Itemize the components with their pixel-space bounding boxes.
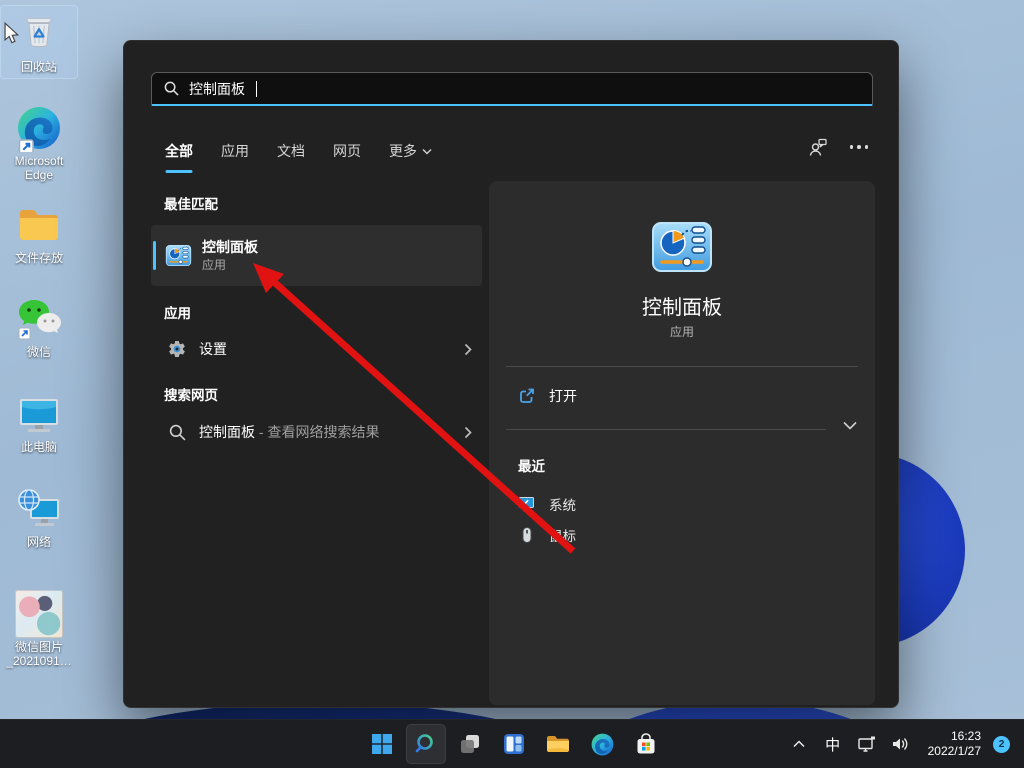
- windows-desktop: 回收站 Microsoft Edge 文件存放 微信 此电脑 网络 微信图片 _…: [0, 0, 1024, 768]
- mouse-cursor: [4, 22, 20, 44]
- desktop-icon-label: 网络: [26, 535, 51, 549]
- start-button[interactable]: [362, 724, 402, 764]
- desktop-icon-wechat[interactable]: 微信: [1, 291, 77, 363]
- taskbar: 中 16:23 2022/1/27 2: [0, 719, 1024, 768]
- selection-accent-bar: [153, 241, 156, 270]
- chevron-down-icon: [422, 148, 432, 155]
- recycle-bin-icon: [15, 10, 63, 58]
- desktop-icon-label: 此电脑: [20, 440, 57, 454]
- search-tabs: 全部 应用 文档 网页 更多: [163, 129, 871, 173]
- date: 2022/1/27: [927, 744, 981, 758]
- folder-icon: [15, 201, 63, 249]
- apps-section-header: 应用: [164, 306, 191, 321]
- network-tray-icon[interactable]: [854, 729, 880, 759]
- desktop-icon-label: 文件存放: [14, 251, 63, 265]
- open-external-icon: [518, 387, 536, 405]
- settings-gear-icon: [167, 339, 187, 359]
- microsoft-store-button[interactable]: [626, 724, 666, 764]
- monitor-icon: [15, 390, 63, 438]
- open-label: 打开: [549, 388, 577, 404]
- recent-item-label: 鼠标: [549, 529, 576, 544]
- control-panel-icon-large: [650, 215, 714, 279]
- task-view-button[interactable]: [450, 724, 490, 764]
- feedback-account-icon[interactable]: [808, 137, 828, 157]
- preview-subtitle: 应用: [669, 325, 694, 339]
- tab-web[interactable]: 网页: [331, 135, 363, 167]
- system-icon: [518, 495, 536, 513]
- web-section-header: 搜索网页: [164, 388, 218, 403]
- chevron-down-icon[interactable]: [843, 421, 857, 430]
- desktop-icon-wechat-image[interactable]: 微信图片 _2021091…: [1, 586, 77, 672]
- tab-apps[interactable]: 应用: [219, 135, 251, 167]
- network-icon: [15, 485, 63, 533]
- web-result-suffix: - 查看网络搜索结果: [255, 424, 380, 440]
- best-match-title: 控制面板: [202, 239, 258, 255]
- open-action[interactable]: 打开: [518, 379, 577, 413]
- desktop-icon-label: 回收站: [20, 60, 57, 74]
- desktop-icon-files-folder[interactable]: 文件存放: [1, 197, 77, 269]
- time: 16:23: [950, 729, 981, 743]
- best-match-result-control-panel[interactable]: 控制面板 应用: [151, 225, 482, 286]
- clock[interactable]: 16:23 2022/1/27: [928, 729, 981, 759]
- preview-panel: 控制面板 应用 打开 最近 系统 鼠标: [489, 181, 875, 705]
- desktop-icon-this-pc[interactable]: 此电脑: [1, 386, 77, 458]
- recent-header: 最近: [518, 459, 545, 474]
- desktop-icon-network[interactable]: 网络: [1, 481, 77, 553]
- image-thumbnail: [15, 590, 63, 638]
- tab-all[interactable]: 全部: [163, 135, 195, 167]
- file-explorer-button[interactable]: [538, 724, 578, 764]
- chevron-right-icon: [464, 426, 472, 439]
- result-web-search[interactable]: 控制面板 - 查看网络搜索结果: [151, 412, 482, 452]
- tab-documents[interactable]: 文档: [275, 135, 307, 167]
- more-options-icon[interactable]: [849, 145, 868, 149]
- control-panel-icon: [165, 242, 192, 269]
- search-icon: [167, 424, 187, 441]
- desktop-icon-label: 微信: [26, 345, 51, 359]
- edge-taskbar-button[interactable]: [582, 724, 622, 764]
- best-match-subtitle: 应用: [202, 258, 227, 272]
- text-caret: [256, 80, 257, 97]
- best-match-header: 最佳匹配: [164, 197, 218, 212]
- desktop-icon-edge[interactable]: Microsoft Edge: [1, 100, 77, 186]
- settings-label: 设置: [199, 341, 227, 357]
- desktop-icon-label-line2: _2021091…: [6, 654, 72, 668]
- edge-icon: [15, 104, 63, 152]
- recent-item-mouse[interactable]: 鼠标: [518, 520, 576, 550]
- web-result-title: 控制面板: [199, 424, 255, 440]
- recent-item-label: 系统: [549, 498, 576, 513]
- desktop-icon-label: 微信图片: [14, 640, 63, 654]
- show-hidden-icons-chevron[interactable]: [786, 729, 812, 759]
- widgets-button[interactable]: [494, 724, 534, 764]
- chevron-right-icon: [464, 343, 472, 356]
- search-taskbar-button[interactable]: [406, 724, 446, 764]
- search-query-text: 控制面板: [189, 80, 245, 97]
- recent-item-system[interactable]: 系统: [518, 489, 576, 519]
- wechat-icon: [15, 295, 63, 343]
- tab-more[interactable]: 更多: [387, 135, 434, 167]
- search-icon: [164, 81, 179, 96]
- divider: [506, 429, 826, 430]
- preview-title: 控制面板: [642, 297, 722, 319]
- divider: [506, 366, 858, 367]
- volume-tray-icon[interactable]: [888, 729, 914, 759]
- search-input[interactable]: 控制面板: [151, 72, 873, 106]
- mouse-icon: [518, 526, 536, 544]
- result-settings[interactable]: 设置: [151, 329, 482, 369]
- desktop-icon-label: Microsoft Edge: [14, 154, 64, 182]
- notification-badge[interactable]: 2: [993, 735, 1010, 753]
- ime-indicator[interactable]: 中: [820, 729, 846, 759]
- search-flyout-window: 控制面板 全部 应用 文档 网页 更多 最佳匹配 控制面板 应用 应用 设置 搜…: [123, 40, 899, 708]
